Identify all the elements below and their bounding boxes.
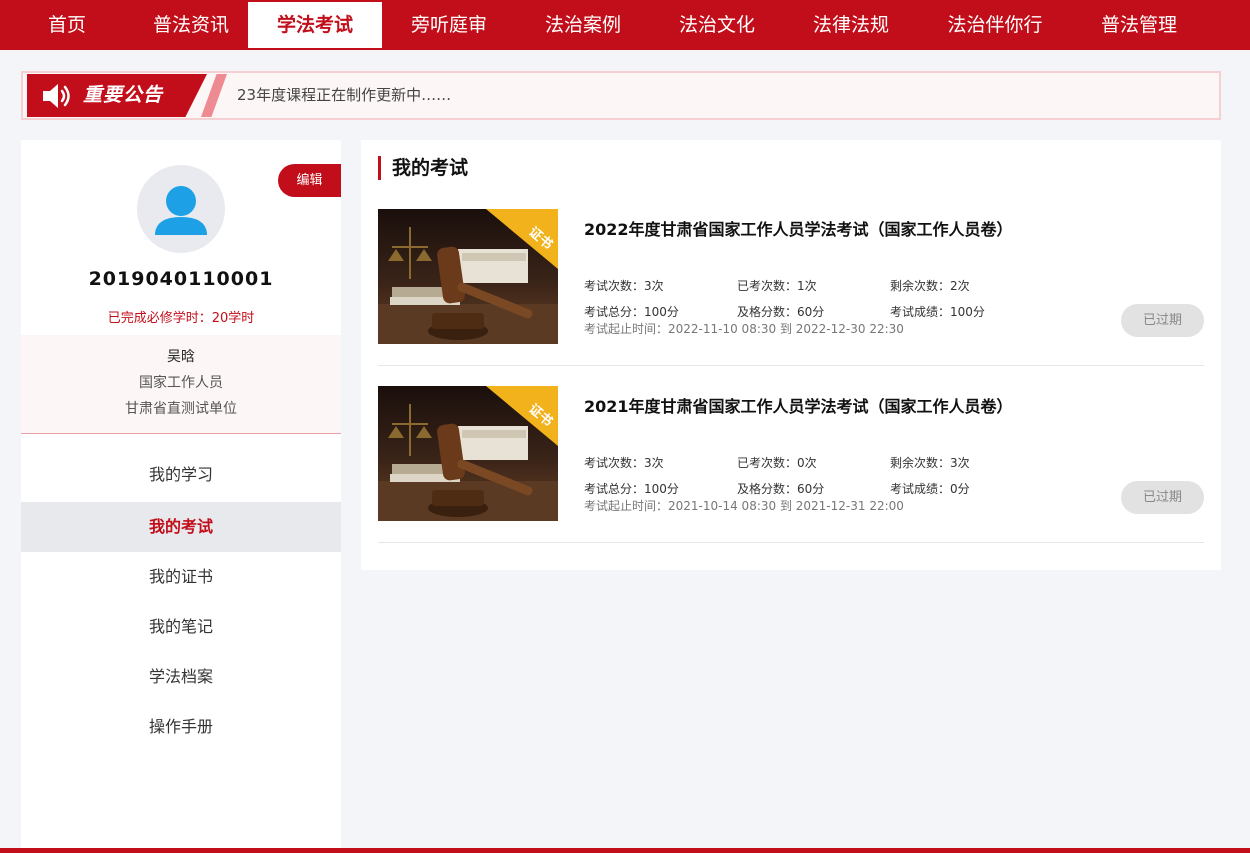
exam-taken: 已考次数：1次 [737, 279, 817, 293]
exam-title[interactable]: 2022年度甘肃省国家工作人员学法考试（国家工作人员卷） [584, 216, 1013, 240]
notice-bar: 重要公告 23年度课程正在制作更新中…… [21, 71, 1221, 120]
menu-item-certificate[interactable]: 我的证书 [21, 552, 341, 602]
exam-title[interactable]: 2021年度甘肃省国家工作人员学法考试（国家工作人员卷） [584, 393, 1013, 417]
avatar [137, 165, 225, 253]
notice-stripe [201, 74, 227, 117]
nav-item-companion[interactable]: 法治伴你行 [918, 0, 1072, 50]
notice-text[interactable]: 23年度课程正在制作更新中…… [237, 73, 451, 118]
user-name: 吴晗 [167, 349, 195, 365]
side-menu: 我的学习 我的考试 我的证书 我的笔记 学法档案 操作手册 [21, 450, 341, 752]
expired-button[interactable]: 已过期 [1121, 304, 1204, 337]
nav-item-culture[interactable]: 法治文化 [650, 0, 784, 50]
bottom-bar [0, 848, 1250, 853]
user-avatar-icon [155, 186, 207, 235]
menu-item-exam[interactable]: 我的考试 [21, 502, 341, 552]
nav-item-home[interactable]: 首页 [0, 0, 134, 50]
exam-taken: 已考次数：0次 [737, 456, 817, 470]
exam-stats: 考试次数：3次 已考次数：0次 剩余次数：3次 考试总分：100分 及格分数：6… [584, 450, 1044, 502]
exam-stats: 考试次数：3次 已考次数：1次 剩余次数：2次 考试总分：100分 及格分数：6… [584, 273, 1044, 325]
nav-item-news[interactable]: 普法资讯 [134, 0, 248, 50]
nav-item-exam[interactable]: 学法考试 [248, 2, 382, 48]
username: 2019040110001 [88, 268, 274, 290]
user-info: 吴晗 国家工作人员 甘肃省直测试单位 [21, 335, 341, 434]
user-unit: 甘肃省直测试单位 [125, 401, 237, 417]
expired-button[interactable]: 已过期 [1121, 481, 1204, 514]
notice-badge: 重要公告 [27, 74, 207, 117]
nav-item-trial[interactable]: 旁听庭审 [382, 0, 516, 50]
top-nav: 首页 普法资讯 学法考试 旁听庭审 法治案例 法治文化 法律法规 法治伴你行 普… [0, 0, 1250, 50]
exam-attempts: 考试次数：3次 [584, 456, 664, 470]
gavel-image: 证书 [378, 386, 558, 521]
exam-time: 考试起止时间：2021-10-14 08:30 到 2021-12-31 22:… [584, 499, 904, 513]
required-hours: 已完成必修学时：20学时 [107, 311, 255, 326]
exam-thumbnail[interactable]: 证书 [378, 386, 558, 521]
exam-card: 证书 2022年度甘肃省国家工作人员学法考试（国家工作人员卷） 考试次数：3次 … [378, 209, 1204, 366]
menu-item-notes[interactable]: 我的笔记 [21, 602, 341, 652]
exam-remaining: 剩余次数：2次 [890, 279, 970, 293]
nav-item-cases[interactable]: 法治案例 [516, 0, 650, 50]
exam-card: 证书 2021年度甘肃省国家工作人员学法考试（国家工作人员卷） 考试次数：3次 … [378, 386, 1204, 543]
exam-thumbnail[interactable]: 证书 [378, 209, 558, 344]
user-role: 国家工作人员 [139, 375, 223, 391]
exam-score: 考试成绩：100分 [890, 305, 985, 319]
exam-score: 考试成绩：0分 [890, 482, 970, 496]
edit-button[interactable]: 编辑 [278, 164, 341, 197]
exam-remaining: 剩余次数：3次 [890, 456, 970, 470]
profile-panel: 编辑 2019040110001 已完成必修学时：20学时 吴晗 国家工作人员 … [21, 140, 341, 853]
exam-time: 考试起止时间：2022-11-10 08:30 到 2022-12-30 22:… [584, 322, 904, 336]
notice-title: 重要公告 [83, 84, 164, 106]
page-title: 我的考试 [378, 156, 468, 180]
exam-panel: 我的考试 证书 2022年度甘肃省国家工作人员学法考试（国家工作人员卷） 考试次… [361, 140, 1221, 570]
menu-item-study[interactable]: 我的学习 [21, 450, 341, 500]
nav-item-admin[interactable]: 普法管理 [1072, 0, 1206, 50]
menu-item-manual[interactable]: 操作手册 [21, 702, 341, 752]
nav-item-laws[interactable]: 法律法规 [784, 0, 918, 50]
menu-item-archive[interactable]: 学法档案 [21, 652, 341, 702]
gavel-image: 证书 [378, 209, 558, 344]
exam-attempts: 考试次数：3次 [584, 279, 664, 293]
speaker-icon [43, 84, 70, 108]
